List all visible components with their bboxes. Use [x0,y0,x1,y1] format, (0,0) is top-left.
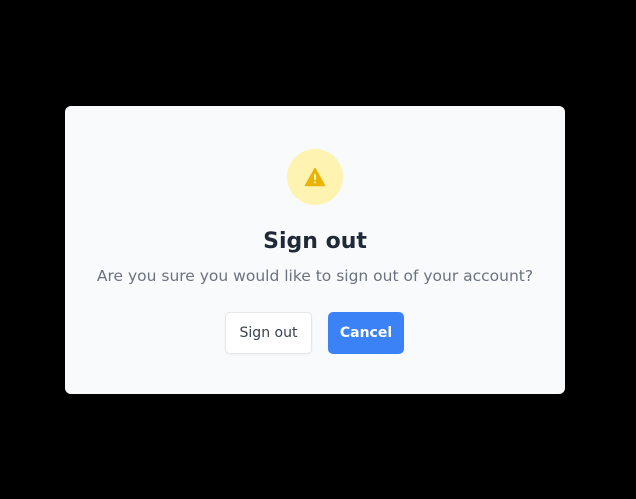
warning-triangle-icon [304,167,326,187]
warning-icon-badge [287,149,343,205]
dialog-message: Are you sure you would like to sign out … [96,267,534,285]
sign-out-dialog: Sign out Are you sure you would like to … [65,106,565,394]
dialog-title: Sign out [263,229,367,254]
cancel-button[interactable]: Cancel [328,312,404,354]
sign-out-button[interactable]: Sign out [225,312,312,354]
